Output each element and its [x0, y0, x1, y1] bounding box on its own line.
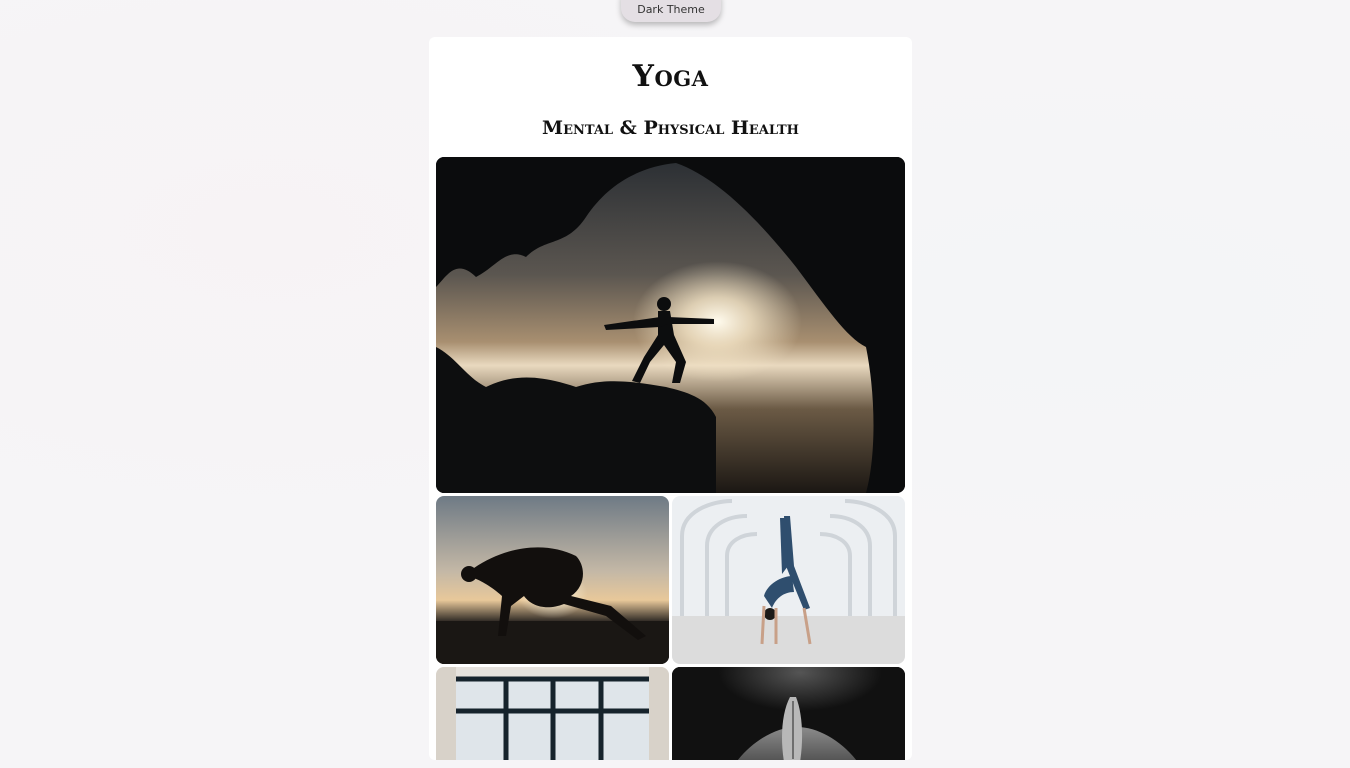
window-frame-photo — [436, 667, 669, 760]
praying-hands-back-photo — [672, 667, 905, 760]
warrior-pose-cave-sunset-photo — [436, 157, 905, 493]
page-subtitle: Mental & Physical Health — [542, 117, 799, 139]
dark-theme-toggle-button[interactable]: Dark Theme — [621, 0, 721, 22]
yoga-card: Yoga Mental & Physical Health — [429, 37, 912, 760]
white-archway-backbend-photo — [672, 496, 905, 664]
beach-sunset-pose-photo — [436, 496, 669, 664]
page-title: Yoga — [632, 59, 709, 94]
